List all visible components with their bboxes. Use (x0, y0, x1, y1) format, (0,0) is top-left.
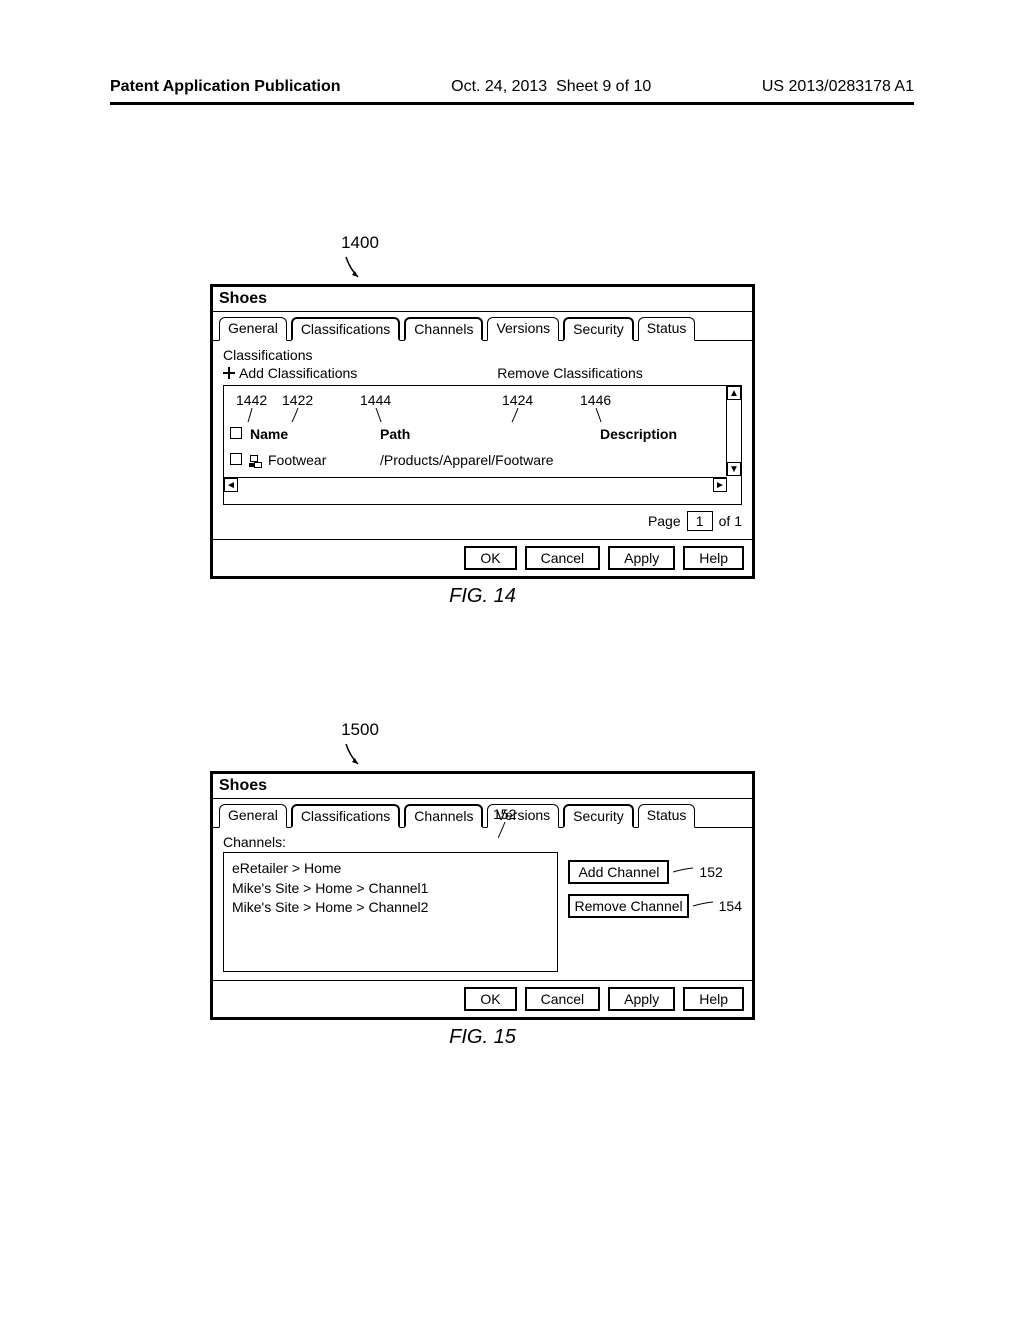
tab-classifications[interactable]: Classifications (291, 804, 400, 828)
help-button[interactable]: Help (683, 546, 744, 570)
fig14-caption: FIG. 14 (210, 585, 755, 608)
tab-general[interactable]: General (219, 317, 287, 341)
fig15-tabs: General Classifications Channels Version… (213, 799, 752, 828)
apply-button[interactable]: Apply (608, 546, 675, 570)
select-all-checkbox[interactable] (230, 427, 242, 439)
page-number-input[interactable]: 1 (687, 511, 713, 531)
scroll-up-icon[interactable]: ▲ (727, 386, 741, 400)
fig15-refnum: 1500 (340, 720, 380, 771)
list-item[interactable]: Mike's Site > Home > Channel1 (232, 879, 549, 899)
row-checkbox[interactable] (230, 453, 242, 465)
fig15-dialog-title: Shoes (213, 774, 752, 799)
leader-line (693, 901, 715, 911)
tab-status[interactable]: Status (638, 804, 696, 828)
plus-icon (223, 367, 235, 379)
header-rule (110, 102, 914, 105)
fig14-dialog: Shoes General Classifications Channels V… (210, 284, 755, 579)
help-button[interactable]: Help (683, 987, 744, 1011)
fig14-tabs: General Classifications Channels Version… (213, 312, 752, 341)
tab-security[interactable]: Security (563, 804, 634, 828)
tab-security[interactable]: Security (563, 317, 634, 341)
fig15-button-bar: OK Cancel Apply Help (213, 980, 752, 1017)
fig14-pager: Page 1 of 1 (223, 511, 742, 531)
table-row[interactable]: Footwear /Products/Apparel/Footware (230, 452, 723, 468)
fig15-ref-152-center: 152 (493, 806, 516, 840)
tab-classifications[interactable]: Classifications (291, 317, 400, 341)
fig15-channels-label: Channels: (223, 834, 742, 850)
fig15-dialog: Shoes General Classifications Channels V… (210, 771, 755, 1020)
fig15-caption: FIG. 15 (210, 1026, 755, 1049)
tab-channels[interactable]: Channels (404, 804, 483, 828)
vertical-scrollbar[interactable]: ▲ ▼ (726, 386, 741, 476)
add-classifications-link[interactable]: Add Classifications (223, 365, 357, 381)
figure-14: 1400 Shoes General Classifications Chann… (210, 233, 755, 608)
leader-line (673, 867, 695, 877)
header-pubnum: US 2013/0283178 A1 (762, 78, 914, 96)
scroll-right-icon[interactable]: ► (713, 478, 727, 492)
fig14-panel-title: Classifications (223, 347, 742, 363)
cancel-button[interactable]: Cancel (525, 546, 601, 570)
cancel-button[interactable]: Cancel (525, 987, 601, 1011)
remove-classifications-link[interactable]: Remove Classifications (497, 365, 643, 381)
remove-channel-button[interactable]: Remove Channel (568, 894, 688, 918)
horizontal-scrollbar[interactable]: ◄ ► (224, 477, 727, 492)
scroll-down-icon[interactable]: ▼ (727, 462, 741, 476)
col-path: Path (380, 426, 600, 442)
tab-versions[interactable]: Versions (487, 317, 559, 341)
fig14-table-header: Name Path Description (230, 426, 723, 442)
channels-listbox[interactable]: eRetailer > Home Mike's Site > Home > Ch… (223, 852, 558, 972)
fig14-inner-refnums: 1442 1422 1444 1424 1446 (230, 392, 723, 422)
ref-154: 154 (719, 898, 742, 914)
fig14-button-bar: OK Cancel Apply Help (213, 539, 752, 576)
tab-status[interactable]: Status (638, 317, 696, 341)
col-name: Name (250, 426, 380, 442)
ok-button[interactable]: OK (464, 987, 516, 1011)
fig15-panel: 152 Channels: eRetailer > Home Mike's Si… (213, 828, 752, 980)
tab-channels[interactable]: Channels (404, 317, 483, 341)
scroll-left-icon[interactable]: ◄ (224, 478, 238, 492)
list-item[interactable]: eRetailer > Home (232, 859, 549, 879)
apply-button[interactable]: Apply (608, 987, 675, 1011)
fig14-table-viewport: 1442 1422 1444 1424 1446 Name Path Descr… (223, 385, 742, 505)
ref-152: 152 (699, 864, 722, 880)
page-header: Patent Application Publication Oct. 24, … (0, 78, 1024, 96)
tab-general[interactable]: General (219, 804, 287, 828)
add-channel-button[interactable]: Add Channel (568, 860, 669, 884)
list-item[interactable]: Mike's Site > Home > Channel2 (232, 898, 549, 918)
fig14-dialog-title: Shoes (213, 287, 752, 312)
fig14-panel: Classifications Add Classifications Remo… (213, 341, 752, 539)
header-date-sheet: Oct. 24, 2013 Sheet 9 of 10 (451, 78, 651, 96)
fig14-refnum: 1400 (340, 233, 380, 284)
figure-15: 1500 Shoes General Classifications Chann… (210, 720, 755, 1049)
header-publication: Patent Application Publication (110, 78, 341, 96)
ok-button[interactable]: OK (464, 546, 516, 570)
tree-icon (250, 455, 264, 467)
